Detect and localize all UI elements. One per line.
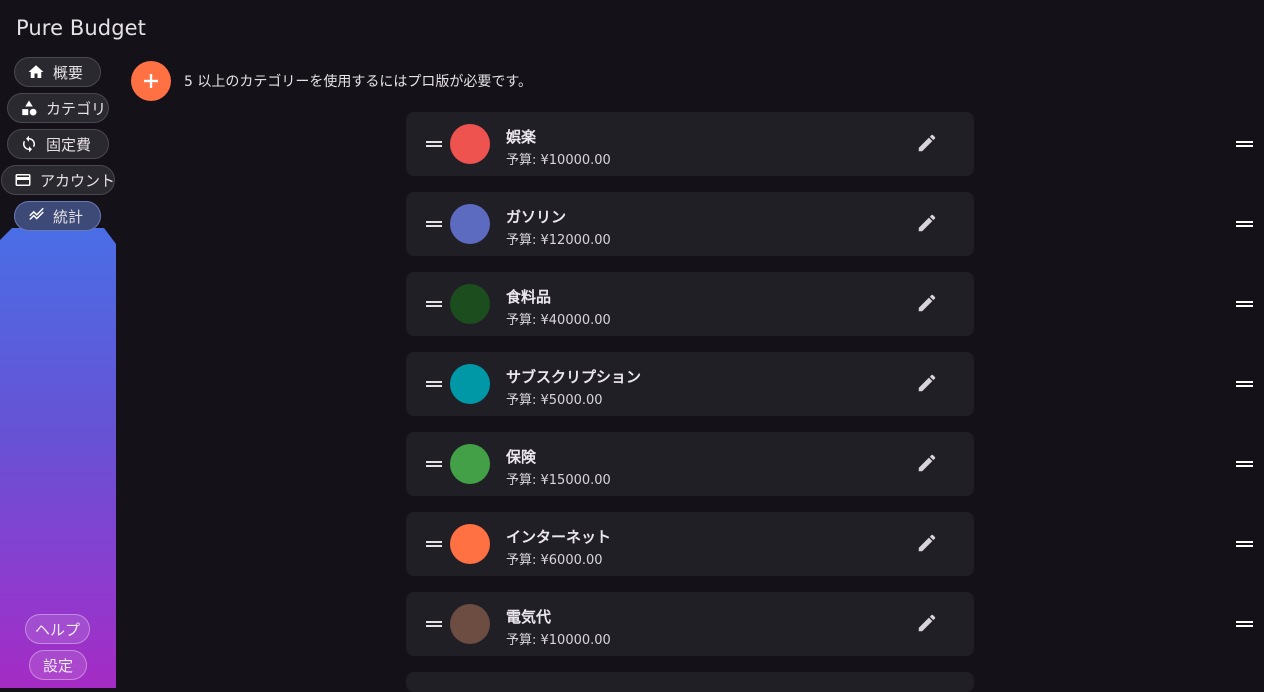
reorder-handle-icon[interactable]	[1236, 381, 1253, 387]
edit-category-button[interactable]	[916, 292, 940, 316]
wallet-icon	[15, 174, 31, 186]
edit-category-button[interactable]	[916, 212, 940, 236]
drag-handle-icon[interactable]	[426, 141, 442, 147]
category-card-partial	[406, 672, 974, 692]
shapes-icon	[22, 100, 37, 116]
category-budget: 予算: ¥5000.00	[506, 393, 603, 408]
pencil-icon	[918, 534, 936, 552]
stats-icon	[29, 207, 44, 221]
category-name: インターネット	[506, 528, 612, 546]
settings-button[interactable]: 設定	[29, 650, 87, 680]
category-budget: 予算: ¥10000.00	[506, 633, 611, 648]
category-color-dot	[450, 124, 490, 164]
reorder-handle-icon[interactable]	[1236, 461, 1253, 467]
category-card: ガソリン 予算: ¥12000.00	[406, 192, 974, 256]
category-card: サブスクリプション 予算: ¥5000.00	[406, 352, 974, 416]
nav-item-label: 固定費	[46, 135, 92, 154]
category-color-dot	[450, 364, 490, 404]
category-name: 食料品	[506, 288, 552, 306]
category-budget: 予算: ¥6000.00	[506, 553, 603, 568]
drag-handle-icon[interactable]	[426, 301, 442, 307]
reorder-handle-icon[interactable]	[1236, 221, 1253, 227]
drag-handle-icon[interactable]	[426, 221, 442, 227]
category-name: サブスクリプション	[506, 368, 642, 386]
nav-item-label: アカウント	[40, 171, 116, 190]
nav-item-fixed-costs[interactable]: 固定費	[7, 129, 109, 159]
home-icon	[28, 65, 44, 78]
reorder-handle-icon[interactable]	[1236, 541, 1253, 547]
drag-handle-icon[interactable]	[426, 461, 442, 467]
category-name: 電気代	[506, 608, 552, 626]
reorder-handle-icon[interactable]	[1236, 621, 1253, 627]
pencil-icon	[918, 374, 936, 392]
drag-handle-icon[interactable]	[426, 381, 442, 387]
nav-item-label: カテゴリ	[46, 99, 107, 118]
edit-category-button[interactable]	[916, 452, 940, 476]
nav-item-label: 概要	[53, 63, 84, 82]
category-budget: 予算: ¥12000.00	[506, 233, 611, 248]
nav-item-statistics[interactable]: 統計	[14, 201, 101, 231]
category-color-dot	[450, 524, 490, 564]
pencil-icon	[918, 614, 936, 632]
pencil-icon	[918, 134, 936, 152]
pencil-icon	[918, 454, 936, 472]
category-budget: 予算: ¥40000.00	[506, 313, 611, 328]
drag-handle-icon[interactable]	[426, 541, 442, 547]
pro-version-notice: 5 以上のカテゴリーを使用するにはプロ版が必要です。	[184, 74, 532, 90]
category-name: 保険	[506, 448, 537, 466]
nav-item-label: 統計	[53, 207, 84, 226]
nav-item-overview[interactable]: 概要	[14, 57, 101, 87]
category-color-dot	[450, 204, 490, 244]
pencil-icon	[918, 294, 936, 312]
plus-icon	[144, 74, 158, 88]
edit-category-button[interactable]	[916, 532, 940, 556]
category-color-dot	[450, 444, 490, 484]
nav-item-accounts[interactable]: アカウント	[1, 165, 115, 195]
help-button[interactable]: ヘルプ	[25, 614, 90, 644]
reorder-handle-icon[interactable]	[1236, 301, 1253, 307]
category-name: ガソリン	[506, 208, 567, 226]
category-card: 電気代 予算: ¥10000.00	[406, 592, 974, 656]
category-card: 食料品 予算: ¥40000.00	[406, 272, 974, 336]
edit-category-button[interactable]	[916, 132, 940, 156]
category-name: 娯楽	[506, 128, 537, 146]
nav-item-categories[interactable]: カテゴリ	[7, 93, 109, 123]
category-card: 娯楽 予算: ¥10000.00	[406, 112, 974, 176]
pencil-icon	[918, 214, 936, 232]
category-color-dot	[450, 284, 490, 324]
category-budget: 予算: ¥10000.00	[506, 153, 611, 168]
app-title: Pure Budget	[16, 16, 147, 40]
edit-category-button[interactable]	[916, 372, 940, 396]
category-card: インターネット 予算: ¥6000.00	[406, 512, 974, 576]
add-category-button[interactable]	[131, 61, 171, 101]
drag-handle-icon[interactable]	[426, 621, 442, 627]
category-card: 保険 予算: ¥15000.00	[406, 432, 974, 496]
reorder-handle-icon[interactable]	[1236, 141, 1253, 147]
category-color-dot	[450, 604, 490, 644]
refresh-icon	[23, 135, 35, 153]
edit-category-button[interactable]	[916, 612, 940, 636]
category-budget: 予算: ¥15000.00	[506, 473, 611, 488]
